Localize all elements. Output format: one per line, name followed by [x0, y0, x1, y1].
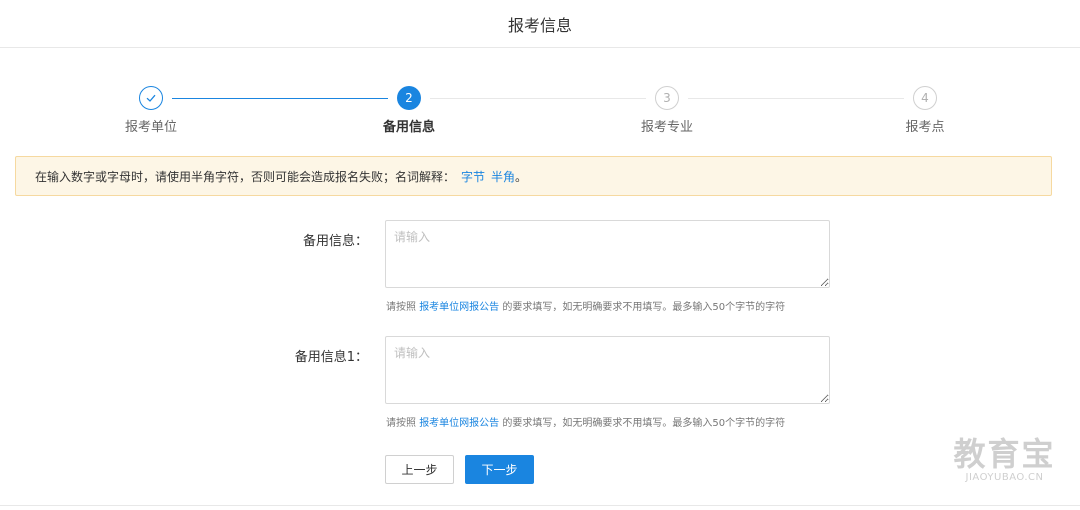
backup-info-1-textarea[interactable]: [385, 336, 830, 404]
watermark-logo: 教育宝 JIAOYUBAO.CN: [947, 436, 1062, 483]
step-3-label: 报考专业: [640, 120, 693, 135]
backup-info-1-hint: 请按照 报考单位网报公告 的要求填写，如无明确要求不用填写。最多输入50个字节的…: [386, 414, 785, 429]
backup-info-1-label: 备用信息1：: [294, 350, 368, 365]
notice-link-byte[interactable]: 字节: [461, 168, 485, 185]
step-1: 报考单位: [91, 86, 211, 135]
announcement-link[interactable]: 报考单位网报公告: [419, 418, 499, 429]
hint-suffix: 的要求填写，如无明确要求不用填写。最多输入50个字节的字符: [499, 418, 786, 429]
announcement-link[interactable]: 报考单位网报公告: [419, 302, 499, 313]
hint-prefix: 请按照: [386, 302, 420, 313]
bottom-divider: [0, 505, 1080, 506]
backup-info-textarea[interactable]: [385, 220, 830, 288]
backup-info-hint: 请按照 报考单位网报公告 的要求填写，如无明确要求不用填写。最多输入50个字节的…: [386, 298, 785, 313]
notice-banner: 在输入数字或字母时，请使用半角字符，否则可能会造成报名失败；名词解释： 字节 半…: [15, 156, 1052, 196]
step-4-number: 4: [913, 86, 937, 110]
page-header: 报考信息: [0, 0, 1080, 48]
hint-prefix: 请按照: [386, 418, 420, 429]
check-icon: [139, 86, 163, 110]
step-2: 2 备用信息: [349, 86, 469, 135]
backup-info-label: 备用信息：: [302, 234, 368, 249]
prev-step-button[interactable]: 上一步: [385, 455, 454, 484]
step-1-label: 报考单位: [124, 120, 177, 135]
step-3-number: 3: [655, 86, 679, 110]
step-4: 4 报考点: [865, 86, 985, 135]
watermark-en: JIAOYUBAO.CN: [965, 472, 1044, 483]
notice-link-halfwidth[interactable]: 半角: [491, 168, 515, 185]
watermark-cn: 教育宝: [953, 435, 1056, 473]
step-2-number: 2: [397, 86, 421, 110]
next-step-button[interactable]: 下一步: [465, 455, 534, 484]
step-progress: 报考单位 2 备用信息 3 报考专业 4 报考点: [0, 86, 1080, 136]
notice-suffix: 。: [515, 169, 528, 184]
step-2-label: 备用信息: [382, 120, 435, 135]
step-3: 3 报考专业: [607, 86, 727, 135]
hint-suffix: 的要求填写，如无明确要求不用填写。最多输入50个字节的字符: [499, 302, 786, 313]
step-4-label: 报考点: [905, 120, 945, 135]
notice-text: 在输入数字或字母时，请使用半角字符，否则可能会造成报名失败；名词解释：: [35, 169, 456, 184]
page-title: 报考信息: [507, 15, 572, 35]
